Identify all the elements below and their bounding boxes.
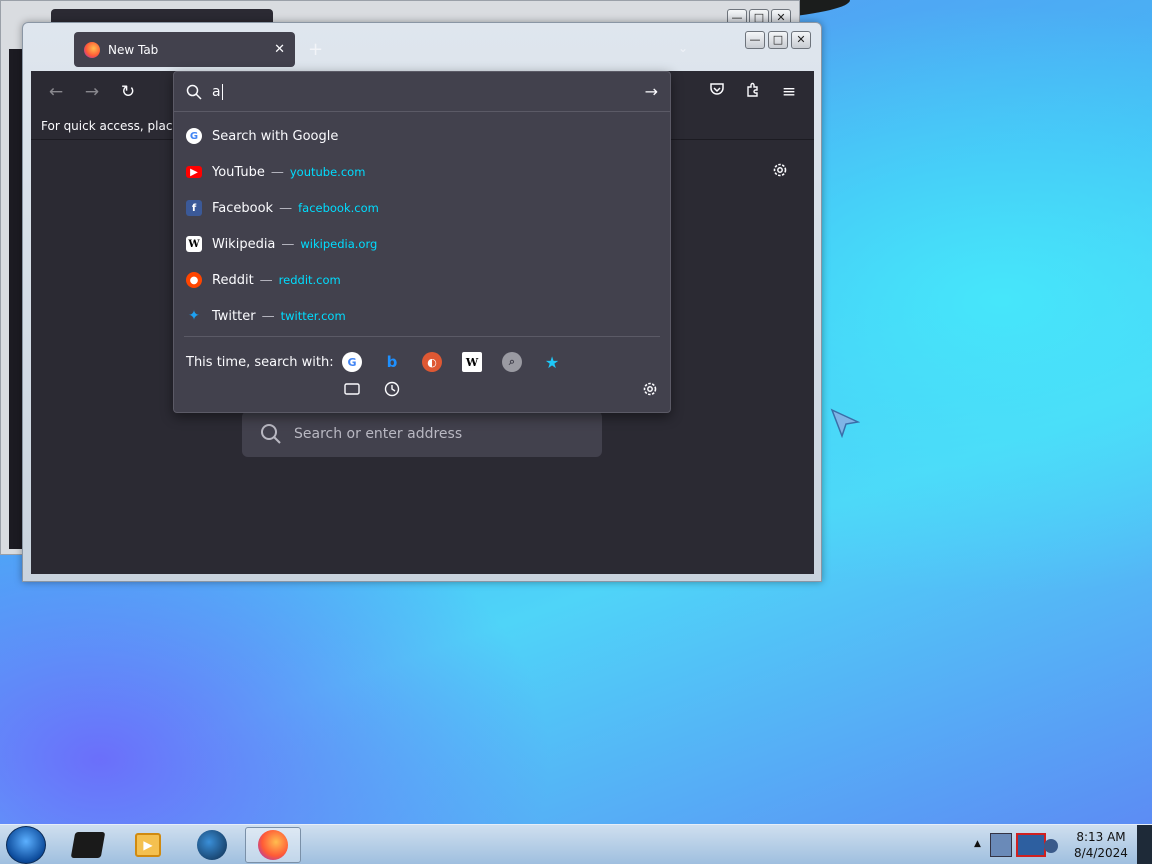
youtube-icon: ▶ [186,166,202,178]
search-settings-gear-icon[interactable] [640,379,660,399]
tray-expand-icon[interactable]: ▲ [974,839,981,849]
result-title: Facebook [212,200,274,216]
one-off-label: This time, search with: [186,355,334,370]
mouse-pointer-icon [830,408,861,442]
minimize-button[interactable]: — [745,31,765,49]
tabs-icon[interactable] [342,379,362,399]
tab-title: New Tab [108,42,159,57]
result-url: facebook.com [298,201,379,215]
result-reddit[interactable]: ● Reddit — reddit.com [174,262,670,298]
result-twitter[interactable]: ✦ Twitter — twitter.com [174,298,670,334]
result-search-google[interactable]: G Search with Google [174,118,670,154]
window-controls: — □ ✕ [745,31,811,49]
forward-button[interactable]: → [81,81,103,103]
search-icon [186,84,202,100]
start-button[interactable] [6,826,46,864]
result-url: twitter.com [280,309,346,323]
maximize-button[interactable]: □ [768,31,788,49]
url-input-field[interactable]: a [212,83,645,100]
tray-volume-icon[interactable] [1044,839,1058,853]
clock-date: 8/4/2024 [1074,846,1128,860]
bookmarks-star-icon[interactable]: ★ [542,352,562,372]
result-title: Search with Google [212,128,339,144]
result-url: youtube.com [289,165,366,179]
reddit-icon: ● [186,272,202,288]
url-input[interactable]: a → [174,72,670,112]
tray-display-icon[interactable] [1016,833,1046,857]
reload-button[interactable]: ↻ [117,81,139,103]
one-off-divider [184,336,660,337]
result-url: wikipedia.org [300,237,378,251]
result-title: Reddit [212,272,254,288]
new-tab-button[interactable]: + [308,39,323,60]
taskbar: ▶ ▲ 8:13 AM 8/4/2024 [0,824,1152,864]
result-facebook[interactable]: f Facebook — facebook.com [174,190,670,226]
google-icon: G [186,128,202,144]
history-clock-icon[interactable] [382,379,402,399]
google-engine-icon[interactable]: G [342,352,362,372]
newtab-search-placeholder: Search or enter address [294,426,463,442]
personalize-gear-icon[interactable] [771,161,789,183]
back-button[interactable]: ← [45,81,67,103]
result-separator: — [281,236,295,252]
firefox-icon [84,41,100,58]
pocket-icon[interactable] [706,81,728,103]
tab-list-chevron-icon[interactable]: ⌄ [678,41,688,55]
twitter-icon: ✦ [188,308,200,324]
taskbar-terminal-icon[interactable] [60,827,116,863]
system-clock[interactable]: 8:13 AM 8/4/2024 [1060,829,1142,861]
result-separator: — [261,308,275,324]
tab-new-tab[interactable]: New Tab ✕ [74,32,295,67]
duckduckgo-engine-icon[interactable]: ◐ [422,352,442,372]
result-separator: — [259,272,273,288]
url-results-list: G Search with Google ▶ YouTube — youtube… [174,118,670,334]
newtab-search-box[interactable]: Search or enter address [242,411,602,457]
tray-network-icon[interactable] [990,833,1012,857]
wikipedia-engine-icon[interactable]: W [462,352,482,372]
bing-engine-icon[interactable]: b [382,352,402,372]
taskbar-firefox-icon[interactable] [245,827,301,863]
app-menu-button[interactable]: ≡ [778,81,800,103]
result-separator: — [270,164,284,180]
text-caret [221,83,223,100]
taskbar-media-player-icon[interactable]: ▶ [120,827,176,863]
tab-close-icon[interactable]: ✕ [274,42,285,57]
result-title: Twitter [212,308,256,324]
urlbar-dropdown: a → G Search with Google ▶ YouTube — you… [173,71,671,413]
wikipedia-icon: W [186,236,202,252]
result-title: Wikipedia [212,236,276,252]
close-button[interactable]: ✕ [791,31,811,49]
show-desktop-button[interactable] [1137,825,1152,864]
taskbar-globe-icon[interactable] [184,827,240,863]
url-query-text: a [212,83,221,100]
result-title: YouTube [212,164,265,180]
search-engine-icon[interactable]: ⌕ [502,352,522,372]
result-url: reddit.com [278,273,341,287]
go-arrow-button[interactable]: → [645,82,658,101]
result-separator: — [279,200,293,216]
result-youtube[interactable]: ▶ YouTube — youtube.com [174,154,670,190]
result-wikipedia[interactable]: W Wikipedia — wikipedia.org [174,226,670,262]
facebook-icon: f [186,200,202,216]
clock-time: 8:13 AM [1076,830,1126,844]
search-icon [261,424,281,444]
extensions-icon[interactable] [742,81,764,103]
